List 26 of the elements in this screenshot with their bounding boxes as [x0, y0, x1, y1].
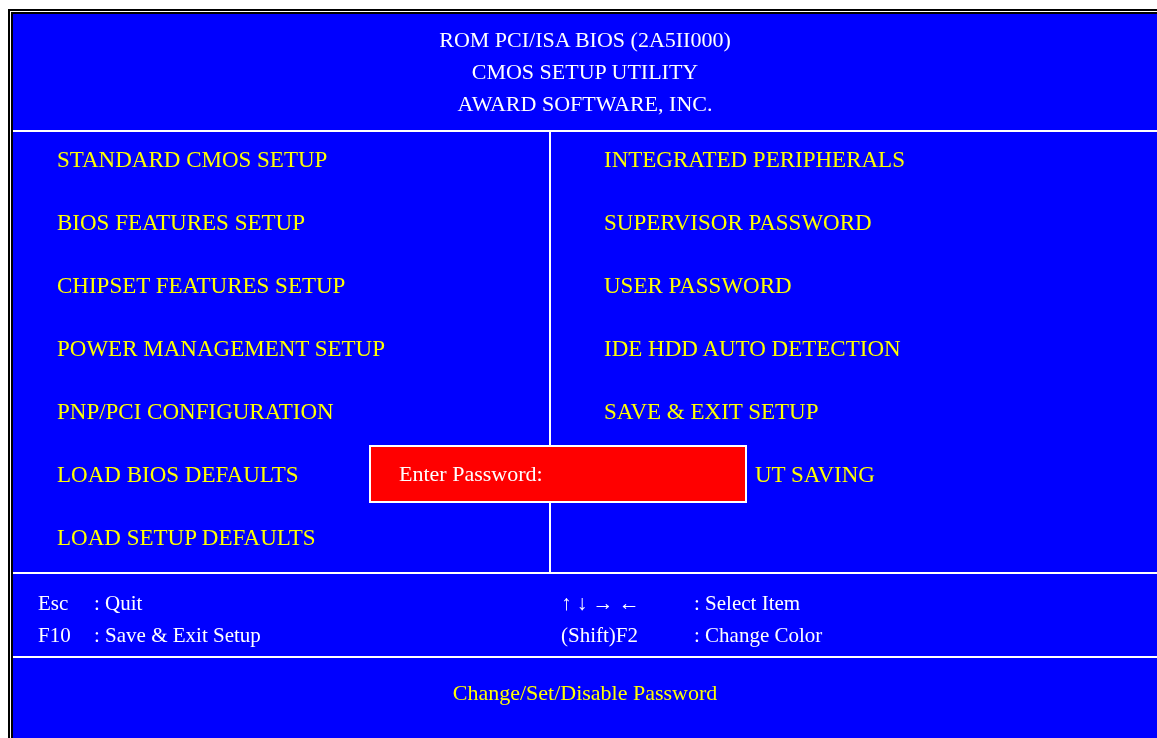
- status-text: Change/Set/Disable Password: [452, 680, 718, 706]
- password-dialog[interactable]: Enter Password:: [369, 445, 747, 503]
- menu-item[interactable]: LOAD SETUP DEFAULTS: [57, 525, 316, 550]
- menu-item[interactable]: UT SAVING: [755, 462, 875, 487]
- header-line: ROM PCI/ISA BIOS (2A5II000): [439, 26, 731, 54]
- header-line: CMOS SETUP UTILITY: [471, 58, 699, 86]
- key-action: : Save & Exit Setup: [94, 622, 261, 648]
- menu-item[interactable]: SAVE & EXIT SETUP: [604, 399, 819, 424]
- key-name: (Shift)F2: [561, 622, 639, 648]
- key-action: : Select Item: [694, 590, 801, 616]
- key-action: : Quit: [94, 590, 143, 616]
- menu-item[interactable]: PNP/PCI CONFIGURATION: [57, 399, 334, 424]
- menu-item[interactable]: CHIPSET FEATURES SETUP: [57, 273, 346, 298]
- key-name: F10: [38, 622, 72, 648]
- menu-item[interactable]: INTEGRATED PERIPHERALS: [604, 147, 905, 172]
- header-line: AWARD SOFTWARE, INC.: [457, 90, 713, 118]
- key-name: ↑ ↓ → ←: [561, 590, 641, 616]
- key-name: Esc: [38, 590, 70, 616]
- menu-item[interactable]: POWER MANAGEMENT SETUP: [57, 336, 385, 361]
- menu-item[interactable]: LOAD BIOS DEFAULTS: [57, 462, 299, 487]
- menu-item[interactable]: STANDARD CMOS SETUP: [57, 147, 328, 172]
- menu-item[interactable]: BIOS FEATURES SETUP: [57, 210, 305, 235]
- menu-item[interactable]: USER PASSWORD: [604, 273, 792, 298]
- menu-item[interactable]: IDE HDD AUTO DETECTION: [604, 336, 901, 361]
- key-action: : Change Color: [694, 622, 823, 648]
- menu-item[interactable]: SUPERVISOR PASSWORD: [604, 210, 872, 235]
